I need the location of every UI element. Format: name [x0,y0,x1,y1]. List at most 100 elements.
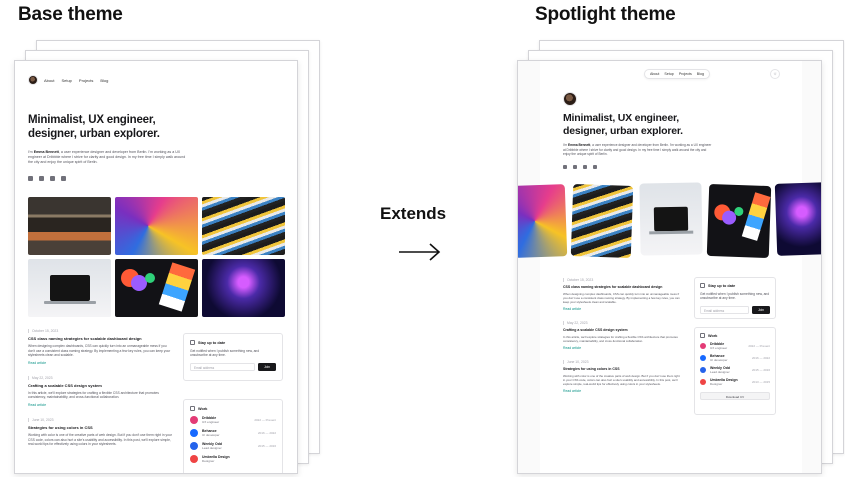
work-item: Behance UI developer 2016 — 2022 [700,354,770,362]
extends-label: Extends [380,204,447,223]
article-item[interactable]: May 22, 2023 Crafting a scalable CSS des… [28,375,174,407]
briefcase-icon [190,406,195,411]
photo-concert [774,182,821,256]
dribbble-logo [700,343,706,349]
article-date: June 10, 2023 [28,417,174,422]
base-theme-page: About Setup Projects Blog Minimalist, UX… [14,60,298,474]
join-button[interactable]: Join [258,362,276,371]
article-item[interactable]: June 10, 2023 Strategies for using color… [563,360,681,393]
nav-link-blog[interactable]: Blog [697,72,704,76]
page-title: Minimalist, UX engineer, designer, urban… [563,112,683,137]
work-item: Behance UI developer 2016 — 2022 [190,429,276,437]
work-card: Work Dribbble UX engineer 2022 — Present … [183,399,283,473]
article-date: October 15, 2023 [28,329,174,333]
linkedin-icon[interactable] [593,165,597,169]
github-icon[interactable] [583,165,587,169]
github-icon[interactable] [50,176,55,181]
photo-graffiti [518,184,568,258]
article-summary: In this article, we'll explore strategie… [563,335,678,343]
nav-link-about[interactable]: About [44,78,54,83]
mail-icon [700,283,705,288]
article-summary: When designing complex dashboards, CSS c… [28,344,171,358]
behance-logo [700,355,706,361]
nav-link-projects[interactable]: Projects [79,78,93,83]
umbrella-logo [700,379,706,385]
avatar[interactable] [28,75,38,85]
read-article-link[interactable]: Read article [28,361,174,365]
theme-toggle-sun-icon[interactable]: ☼ [770,69,780,79]
newsletter-text: Get notified when I publish something ne… [190,349,260,358]
nav-link-blog[interactable]: Blog [100,78,108,83]
photo-grid [28,197,286,317]
read-article-link[interactable]: Read article [28,403,174,407]
behance-logo [190,429,198,437]
newsletter-card: Stay up to date Get notified when I publ… [183,333,283,381]
article-item[interactable]: October 15, 2023 CSS class naming strate… [563,278,681,311]
twitter-icon[interactable] [563,165,567,169]
nav-link-setup[interactable]: Setup [61,78,71,83]
article-list: October 15, 2023 CSS class naming strate… [28,329,174,458]
newsletter-card: Stay up to date Get notified when I publ… [694,277,776,319]
newsletter-text: Get notified when I publish something ne… [700,292,770,301]
nav-link-about[interactable]: About [650,72,659,76]
photo-book-stack [570,183,634,259]
social-links [563,165,597,169]
spotlight-theme-page: About Setup Projects Blog ☼ Minimalist, … [517,60,822,474]
article-title[interactable]: Strategies for using colors in CSS [28,425,174,430]
nav-link-setup[interactable]: Setup [664,72,673,76]
photo-carousel [518,182,821,263]
weekly-odd-logo [700,367,706,373]
photo-laptop [28,259,111,317]
article-item[interactable]: May 22, 2023 Crafting a scalable CSS des… [563,321,681,350]
article-date: October 15, 2023 [563,278,681,282]
base-nav: About Setup Projects Blog [28,75,108,85]
spotlight-nav: About Setup Projects Blog [644,69,710,79]
work-item: Dribbble UX engineer 2022 — Present [190,416,276,424]
umbrella-logo [190,455,198,463]
twitter-icon[interactable] [28,176,33,181]
nav-link-projects[interactable]: Projects [679,72,692,76]
article-item[interactable]: October 15, 2023 CSS class naming strate… [28,329,174,365]
avatar[interactable] [563,92,577,106]
briefcase-icon [700,333,705,338]
article-title[interactable]: Crafting a scalable CSS design system [563,328,681,332]
photo-laptop [639,182,703,256]
join-button[interactable]: Join [752,305,770,314]
page-title: Minimalist, UX engineer, designer, urban… [28,114,160,140]
download-cv-button[interactable]: Download CV [700,392,770,400]
mail-icon [190,340,195,345]
article-summary: Working with color is one of the creativ… [563,374,680,386]
article-title[interactable]: CSS class naming strategies for scalable… [28,336,174,341]
article-title[interactable]: CSS class naming strategies for scalable… [563,285,681,289]
photo-graffiti [115,197,198,255]
linkedin-icon[interactable] [61,176,66,181]
newsletter-title: Stay up to date [198,340,226,345]
read-article-link[interactable]: Read article [563,346,681,350]
article-summary: Working with color is one of the creativ… [28,432,172,447]
work-item: Umbrella Design Designer 2013 — 2015 [700,378,770,386]
intro-text: I'm Emma Bennett, a user experience desi… [28,150,186,165]
instagram-icon[interactable] [573,165,577,169]
instagram-icon[interactable] [39,176,44,181]
email-field[interactable]: Email address [190,362,255,371]
article-title[interactable]: Crafting a scalable CSS design system [28,383,174,388]
arrow-right-icon [399,243,441,261]
intro-text: I'm Emma Bennett, a user experience desi… [563,143,712,157]
email-field[interactable]: Email address [700,305,749,314]
newsletter-title: Stay up to date [708,283,736,288]
article-item[interactable]: June 10, 2023 Strategies for using color… [28,417,174,447]
spotlight-theme-heading: Spotlight theme [535,4,676,25]
work-card: Work Dribbble UX engineer 2022 — Present … [694,327,776,415]
article-date: May 22, 2023 [563,321,681,325]
read-article-link[interactable]: Read article [563,307,681,311]
work-item: Dribbble UX engineer 2022 — Present [700,342,770,350]
photo-concert [202,259,285,317]
weekly-odd-logo [190,442,198,450]
photo-color-cards [115,259,198,317]
read-article-link[interactable]: Read article [563,389,681,393]
article-date: June 10, 2023 [563,360,681,364]
article-title[interactable]: Strategies for using colors in CSS [563,367,681,371]
article-list: October 15, 2023 CSS class naming strate… [563,278,681,403]
article-summary: In this article, we'll explore strategie… [28,390,159,400]
photo-book-stack [202,197,285,255]
